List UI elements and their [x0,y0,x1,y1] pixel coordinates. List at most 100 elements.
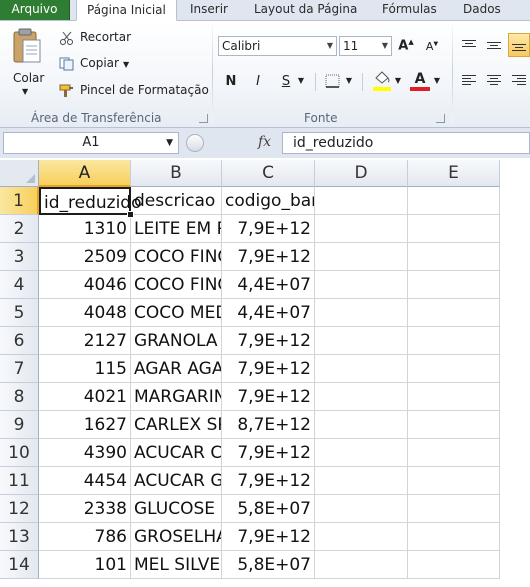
cell-a13[interactable]: 786 [39,523,131,551]
cell-b5[interactable]: COCO MED [131,299,222,327]
cell-d9[interactable] [315,411,408,439]
underline-button[interactable]: S [279,74,293,89]
column-header-a[interactable]: A [39,160,131,187]
cell-a11[interactable]: 4454 [39,467,131,495]
cell-c3[interactable]: 7,9E+12 [222,243,315,271]
tab-insert[interactable]: Inserir [190,0,228,20]
cell-c6[interactable]: 7,9E+12 [222,327,315,355]
column-header-b[interactable]: B [131,160,222,187]
cell-b1[interactable]: descricao [131,187,222,215]
cell-b8[interactable]: MARGARIN [131,383,222,411]
cell-e4[interactable] [408,271,500,299]
cell-d13[interactable] [315,523,408,551]
tab-page-layout[interactable]: Layout da Página [254,0,357,20]
cell-e1[interactable] [408,187,500,215]
fill-handle[interactable] [127,211,134,218]
cell-b13[interactable]: GROSELHA [131,523,222,551]
row-header-3[interactable]: 3 [0,243,39,271]
cell-e12[interactable] [408,495,500,523]
column-header-d[interactable]: D [315,160,408,187]
cell-d14[interactable] [315,551,408,579]
row-header-2[interactable]: 2 [0,215,39,243]
cell-e3[interactable] [408,243,500,271]
row-header-10[interactable]: 10 [0,439,39,467]
align-left-icon[interactable] [462,75,478,88]
underline-dropdown-icon[interactable]: ▼ [297,76,305,85]
cell-d11[interactable] [315,467,408,495]
align-right-icon[interactable] [512,75,528,88]
cell-e11[interactable] [408,467,500,495]
fill-color-icon[interactable] [373,71,391,87]
cell-a8[interactable]: 4021 [39,383,131,411]
cell-b3[interactable]: COCO FINO [131,243,222,271]
cell-e8[interactable] [408,383,500,411]
cell-c11[interactable]: 7,9E+12 [222,467,315,495]
cell-e13[interactable] [408,523,500,551]
cell-d10[interactable] [315,439,408,467]
row-header-8[interactable]: 8 [0,383,39,411]
cell-d12[interactable] [315,495,408,523]
cell-e9[interactable] [408,411,500,439]
cell-c4[interactable]: 4,4E+07 [222,271,315,299]
cell-e7[interactable] [408,355,500,383]
cell-a7[interactable]: 115 [39,355,131,383]
select-all-button[interactable] [0,160,39,187]
font-dialog-launcher-icon[interactable] [436,114,445,123]
cell-a5[interactable]: 4048 [39,299,131,327]
cell-a14[interactable]: 101 [39,551,131,579]
cell-c7[interactable]: 7,9E+12 [222,355,315,383]
cell-b14[interactable]: MEL SILVE [131,551,222,579]
copy-dropdown-icon[interactable]: ▼ [123,60,129,69]
shrink-font-icon[interactable]: A▼ [423,40,441,53]
row-header-5[interactable]: 5 [0,299,39,327]
italic-button[interactable]: I [251,74,265,89]
cell-a10[interactable]: 4390 [39,439,131,467]
row-header-13[interactable]: 13 [0,523,39,551]
insert-function-button[interactable]: fx [258,134,271,150]
row-header-6[interactable]: 6 [0,327,39,355]
row-header-14[interactable]: 14 [0,551,39,579]
cell-a12[interactable]: 2338 [39,495,131,523]
cell-d3[interactable] [315,243,408,271]
cell-b2[interactable]: LEITE EM P [131,215,222,243]
align-bottom-button[interactable] [508,33,530,57]
cell-c9[interactable]: 8,7E+12 [222,411,315,439]
tab-file[interactable]: Arquivo [0,0,70,20]
font-name-select[interactable]: Calibri ▼ [218,36,337,56]
cell-b7[interactable]: AGAR AGA [131,355,222,383]
cell-c13[interactable]: 7,9E+12 [222,523,315,551]
cell-c10[interactable]: 7,9E+12 [222,439,315,467]
row-header-9[interactable]: 9 [0,411,39,439]
formula-input[interactable]: id_reduzido [282,132,530,154]
cell-c12[interactable]: 5,8E+07 [222,495,315,523]
cell-c14[interactable]: 5,8E+07 [222,551,315,579]
column-header-c[interactable]: C [222,160,315,187]
tab-formulas[interactable]: Fórmulas [382,0,437,20]
cell-b11[interactable]: ACUCAR G [131,467,222,495]
cell-d7[interactable] [315,355,408,383]
font-color-icon[interactable]: A [412,71,428,87]
tab-home[interactable]: Página Inicial [76,0,177,21]
format-painter-button[interactable]: Pincel de Formatação [59,83,209,98]
borders-dropdown-icon[interactable]: ▼ [345,76,353,85]
row-header-7[interactable]: 7 [0,355,39,383]
cell-c5[interactable]: 4,4E+07 [222,299,315,327]
cell-a9[interactable]: 1627 [39,411,131,439]
cell-c1[interactable]: codigo_barras [222,187,315,215]
cell-b12[interactable]: GLUCOSE L [131,495,222,523]
cell-b10[interactable]: ACUCAR C [131,439,222,467]
paste-button[interactable]: Colar [13,71,44,85]
cell-b6[interactable]: GRANOLA [131,327,222,355]
align-top-icon[interactable] [462,39,478,52]
paste-dropdown-icon[interactable]: ▼ [22,87,28,96]
font-color-dropdown-icon[interactable]: ▼ [433,76,441,85]
cell-a1[interactable]: id_reduzido [39,187,142,215]
cell-b9[interactable]: CARLEX SP [131,411,222,439]
paste-icon[interactable] [12,28,42,64]
cell-c8[interactable]: 7,9E+12 [222,383,315,411]
cell-d5[interactable] [315,299,408,327]
bold-button[interactable]: N [224,74,238,89]
cell-b4[interactable]: COCO FINO [131,271,222,299]
cell-d1[interactable] [315,187,408,215]
cell-d8[interactable] [315,383,408,411]
